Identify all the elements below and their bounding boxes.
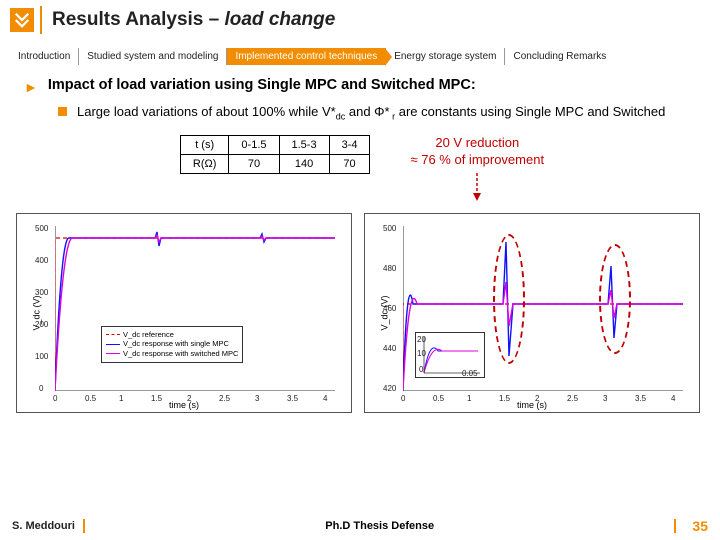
table-row: R(Ω) 70 140 70 <box>180 154 370 173</box>
load-table: t (s) 0-1.5 1.5-3 3-4 R(Ω) 70 140 70 <box>180 135 371 174</box>
legend-label: V_dc reference <box>123 330 174 340</box>
xtick: 2.5 <box>219 394 230 403</box>
legend-label: V_dc response with single MPC <box>123 339 229 349</box>
inset-ytick: 20 <box>417 335 426 344</box>
cell: R(Ω) <box>180 154 229 173</box>
inset-chart: 20 10 0 0.05 <box>415 332 485 378</box>
ylabel-right: V_dc (V) <box>380 295 390 330</box>
xtick: 3 <box>255 394 259 403</box>
cell: 1.5-3 <box>279 135 329 154</box>
annotation-arrow-icon <box>410 173 544 201</box>
xtick: 2 <box>535 394 539 403</box>
ytick: 300 <box>35 288 48 297</box>
xtick: 1 <box>467 394 471 403</box>
body-pre: Large load variations of about 100% whil… <box>77 104 336 119</box>
inset-ytick: 0 <box>419 365 423 374</box>
ytick: 200 <box>35 320 48 329</box>
body-row: Large load variations of about 100% whil… <box>58 103 700 123</box>
title-italic: load change <box>224 9 335 30</box>
cell: t (s) <box>180 135 229 154</box>
xtick: 4 <box>323 394 327 403</box>
tab-energy-storage[interactable]: Energy storage system <box>386 48 505 65</box>
ytick: 460 <box>383 304 396 313</box>
xtick: 3.5 <box>287 394 298 403</box>
body-sub1: dc <box>336 112 346 122</box>
section-heading: Impact of load variation using Single MP… <box>48 77 476 93</box>
annotation-block: 20 V reduction ≈ 76 % of improvement <box>410 135 544 201</box>
legend-row: V_dc response with single MPC <box>106 339 238 349</box>
tab-implemented-control[interactable]: Implemented control techniques <box>227 48 386 65</box>
footer-page: 35 <box>692 518 708 534</box>
logo-arrow-icon <box>10 8 34 32</box>
cell: 70 <box>229 154 279 173</box>
cell: 70 <box>329 154 370 173</box>
xtick: 3.5 <box>635 394 646 403</box>
tab-concluding[interactable]: Concluding Remarks <box>505 48 614 65</box>
footer-divider <box>674 519 676 533</box>
xtick: 0 <box>53 394 57 403</box>
xtick: 0.5 <box>433 394 444 403</box>
arrow-bullet-icon: ► <box>24 79 38 95</box>
xtick: 1.5 <box>499 394 510 403</box>
chart-left: V_dc (V) time (s) 500 400 300 200 100 0 … <box>16 213 352 413</box>
xtick: 2 <box>187 394 191 403</box>
ytick: 480 <box>383 264 396 273</box>
body-mid: and Φ* <box>345 104 389 119</box>
slide-title: Results Analysis – load change <box>52 9 335 31</box>
xtick: 1 <box>119 394 123 403</box>
slide-footer: S. Meddouri Ph.D Thesis Defense 35 <box>0 518 720 534</box>
slide-header: Results Analysis – load change <box>0 0 720 44</box>
chart-right: V_dc (V) time (s) 500 480 460 440 420 0 … <box>364 213 700 413</box>
legend-box: V_dc reference V_dc response with single… <box>101 326 243 363</box>
table-annotation-wrap: t (s) 0-1.5 1.5-3 3-4 R(Ω) 70 140 70 20 … <box>24 135 700 201</box>
annot-line1: 20 V reduction <box>435 135 519 150</box>
footer-author: S. Meddouri <box>12 520 75 532</box>
heading-row: ► Impact of load variation using Single … <box>24 77 700 95</box>
xtick: 3 <box>603 394 607 403</box>
xtick: 0 <box>401 394 405 403</box>
header-divider <box>40 6 42 34</box>
cell: 0-1.5 <box>229 135 279 154</box>
plot-left <box>55 226 335 391</box>
legend-row: V_dc reference <box>106 330 238 340</box>
table-row: t (s) 0-1.5 1.5-3 3-4 <box>180 135 370 154</box>
inset-xtick: 0.05 <box>462 369 478 378</box>
square-bullet-icon <box>58 107 67 116</box>
legend-row: V_dc response with switched MPC <box>106 349 238 359</box>
ytick: 100 <box>35 352 48 361</box>
ytick: 500 <box>383 224 396 233</box>
xtick: 2.5 <box>567 394 578 403</box>
highlight-oval-1 <box>493 234 525 364</box>
legend-label: V_dc response with switched MPC <box>123 349 238 359</box>
tab-studied-system[interactable]: Studied system and modeling <box>79 48 227 65</box>
xtick: 4 <box>671 394 675 403</box>
ytick: 420 <box>383 384 396 393</box>
xlabel-right: time (s) <box>517 400 547 410</box>
ytick: 500 <box>35 224 48 233</box>
cell: 3-4 <box>329 135 370 154</box>
xtick: 1.5 <box>151 394 162 403</box>
footer-divider <box>83 519 85 533</box>
body-post: are constants using Single MPC and Switc… <box>395 104 665 119</box>
tab-introduction[interactable]: Introduction <box>10 48 79 65</box>
ytick: 400 <box>35 256 48 265</box>
ytick: 0 <box>39 384 43 393</box>
ytick: 440 <box>383 344 396 353</box>
body-text: Large load variations of about 100% whil… <box>77 103 665 123</box>
charts-row: V_dc (V) time (s) 500 400 300 200 100 0 … <box>0 213 720 413</box>
content-area: ► Impact of load variation using Single … <box>0 77 720 201</box>
inset-ytick: 10 <box>417 349 426 358</box>
nav-tabs: Introduction Studied system and modeling… <box>10 48 710 65</box>
cell: 140 <box>279 154 329 173</box>
annot-line2: ≈ 76 % of improvement <box>410 152 544 167</box>
footer-center: Ph.D Thesis Defense <box>93 520 666 532</box>
xlabel-left: time (s) <box>169 400 199 410</box>
xtick: 0.5 <box>85 394 96 403</box>
title-main: Results Analysis – <box>52 9 224 30</box>
annotation-text: 20 V reduction ≈ 76 % of improvement <box>410 135 544 169</box>
highlight-oval-2 <box>599 244 631 354</box>
